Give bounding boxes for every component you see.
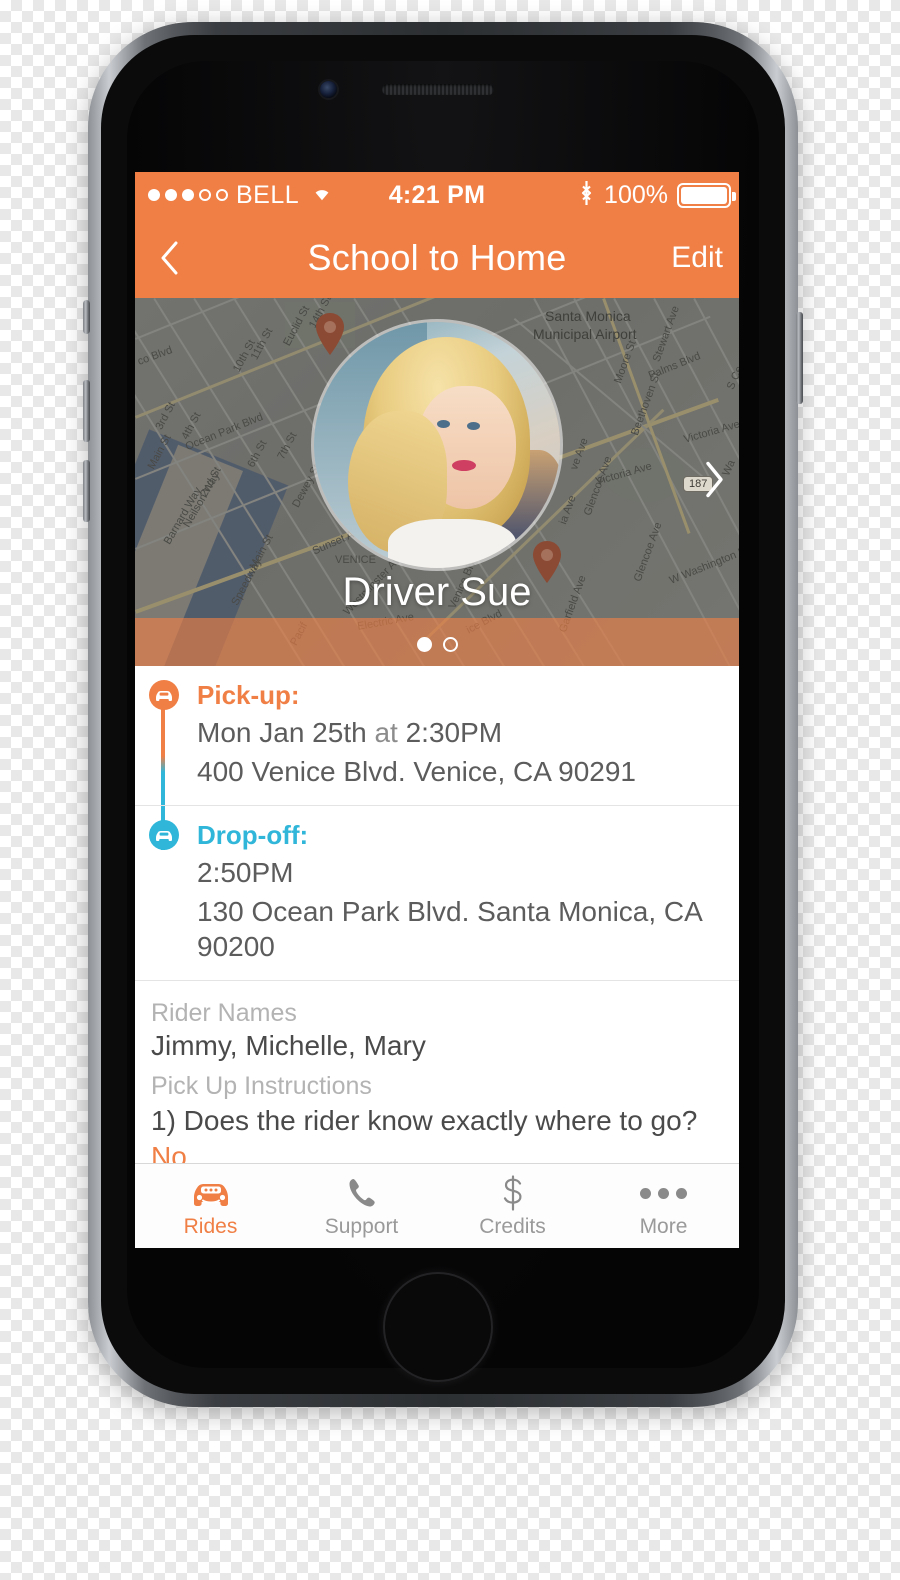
dropoff-label: Drop-off: [197, 820, 309, 850]
page-dot-1[interactable] [416, 637, 432, 652]
driver-hero-map[interactable]: Santa Monica Municipal Airport Euclid St 14… [135, 298, 739, 666]
earpiece-speaker [382, 84, 494, 95]
pickup-date: Mon Jan 25th [197, 717, 367, 748]
trip-timeline: Pick-up: Mon Jan 25th at 2:30PM 400 Veni… [135, 666, 739, 981]
tab-rides[interactable]: Rides [135, 1164, 286, 1248]
silent-switch-button[interactable] [83, 300, 90, 334]
rider-names-value: Jimmy, Michelle, Mary [151, 1030, 426, 1061]
battery-percent: 100% [604, 180, 668, 209]
home-button[interactable] [383, 1272, 493, 1382]
navigation-bar: School to Home Edit [135, 218, 739, 298]
tab-credits-label: Credits [479, 1215, 546, 1238]
dropoff-address: 130 Ocean Park Blvd. Santa Monica, CA 90… [197, 896, 702, 962]
rider-names-label: Rider Names [151, 999, 297, 1027]
page-dot-2[interactable] [442, 637, 458, 652]
car-dropoff-icon [149, 820, 179, 850]
page-title: School to Home [307, 237, 567, 278]
tab-rides-label: Rides [183, 1215, 238, 1238]
phone-screen: BELL 4:21 PM 100% School to Home Edit Sa… [135, 172, 739, 1248]
pickup-at-word: at [366, 717, 406, 748]
battery-full-icon [677, 182, 736, 208]
tab-support-label: Support [324, 1215, 399, 1238]
dollar-icon [500, 1173, 526, 1213]
volume-up-button[interactable] [83, 380, 90, 442]
dropoff-row[interactable]: Drop-off: 2:50PM 130 Ocean Park Blvd. Sa… [135, 806, 739, 981]
status-bar-right: 100% [578, 180, 736, 211]
car-icon [190, 1173, 232, 1213]
tab-support[interactable]: Support [286, 1164, 437, 1248]
tab-more[interactable]: More [588, 1164, 739, 1248]
dropoff-time: 2:50PM [197, 857, 294, 888]
pickup-time: 2:30PM [405, 717, 503, 748]
pickup-row[interactable]: Pick-up: Mon Jan 25th at 2:30PM 400 Veni… [135, 666, 739, 806]
tab-credits[interactable]: Credits [437, 1164, 588, 1248]
driver-photo [314, 322, 560, 568]
front-camera [320, 81, 337, 98]
tab-more-label: More [639, 1215, 688, 1238]
pickup-label: Pick-up: [197, 680, 300, 710]
next-driver-chevron-icon[interactable] [703, 461, 725, 504]
page-indicator-dots[interactable] [135, 637, 739, 652]
driver-name: Driver Sue [342, 570, 532, 614]
driver-avatar [314, 322, 560, 568]
ellipsis-icon [640, 1173, 687, 1213]
power-button[interactable] [796, 312, 803, 404]
trip-details: Pick-up: Mon Jan 25th at 2:30PM 400 Veni… [135, 666, 739, 1209]
edit-button[interactable]: Edit [671, 241, 723, 275]
car-pickup-icon [149, 680, 179, 710]
instruction-question-1: 1) Does the rider know exactly where to … [151, 1105, 698, 1136]
bluetooth-icon [578, 180, 595, 211]
pickup-address: 400 Venice Blvd. Venice, CA 90291 [197, 756, 636, 787]
pickup-datetime: Mon Jan 25th at 2:30PM [197, 715, 723, 750]
back-chevron-icon[interactable] [149, 235, 189, 281]
status-bar: BELL 4:21 PM 100% [135, 172, 739, 218]
pickup-instructions-label: Pick Up Instructions [151, 1072, 372, 1100]
volume-down-button[interactable] [83, 460, 90, 522]
bottom-tab-bar: Rides Support Credits More [135, 1163, 739, 1248]
phone-icon [345, 1173, 379, 1213]
